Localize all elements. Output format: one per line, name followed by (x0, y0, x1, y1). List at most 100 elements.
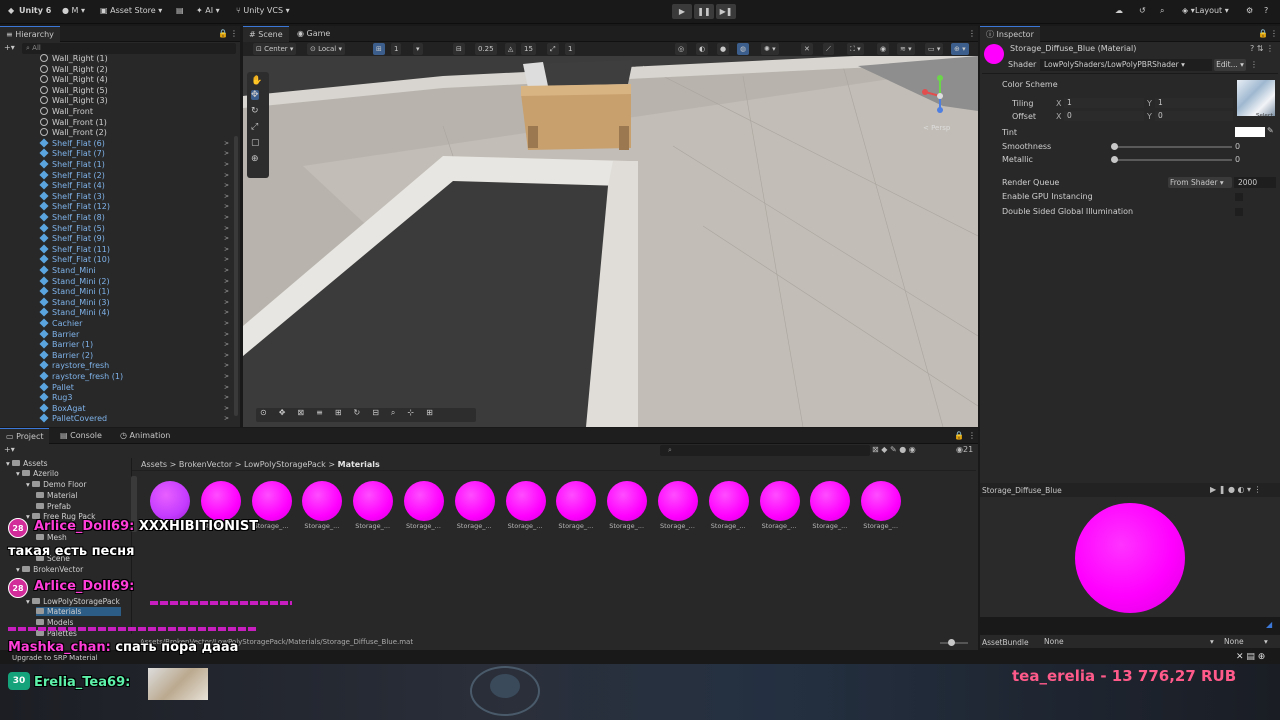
pause-button[interactable]: ❚❚ (694, 4, 714, 19)
rect-tool-icon[interactable]: ▢ (251, 138, 260, 148)
tree-materials[interactable]: Materials (36, 607, 122, 616)
open-prefab-icon[interactable]: > (224, 384, 229, 391)
tree-azerilo[interactable]: ▾ Azerilo (16, 469, 59, 478)
material-asset-thumbnail[interactable] (404, 481, 444, 521)
material-asset-thumbnail[interactable] (607, 481, 648, 521)
scale-snap-value[interactable]: 1 (565, 43, 576, 55)
tree-demo-floor[interactable]: ▾ Demo Floor (26, 480, 86, 489)
hierarchy-item[interactable]: Stand_Mini (4) (39, 307, 110, 319)
shaded-icon[interactable]: ● (717, 43, 730, 55)
add-icon[interactable]: +▾ (4, 43, 15, 54)
material-asset-label[interactable]: Storage_... (558, 522, 593, 530)
material-asset-thumbnail[interactable] (759, 481, 800, 521)
settings-icon[interactable]: ⚙ (1246, 6, 1253, 15)
offset-y-field[interactable]: 0 (1155, 111, 1233, 121)
open-prefab-icon[interactable]: > (224, 214, 229, 221)
panel-menu-icon[interactable]: ⋮ (230, 29, 238, 38)
hierarchy-item[interactable]: Wall_Right (5) (40, 85, 108, 97)
tree-models[interactable]: Models (36, 618, 73, 627)
tiling-x-field[interactable]: 1 (1064, 98, 1144, 108)
search-icon[interactable]: ⌕ (1160, 6, 1164, 16)
project-filter-icons[interactable]: ⊠ ◆ ✎ ● ◉ (872, 445, 916, 454)
inspector-lock-icon[interactable]: 🔒 (1258, 29, 1268, 38)
material-asset-thumbnail[interactable] (505, 481, 546, 521)
open-prefab-icon[interactable]: > (224, 193, 229, 200)
material-asset-label[interactable]: Storage_... (609, 522, 644, 530)
hierarchy-item[interactable]: Barrier (2) (39, 350, 93, 362)
hierarchy-item[interactable]: Shelf_Flat (5) (39, 223, 105, 235)
open-prefab-icon[interactable]: > (224, 267, 229, 274)
open-prefab-icon[interactable]: > (224, 225, 229, 232)
open-prefab-icon[interactable]: > (224, 246, 229, 253)
tree-brokenvector[interactable]: ▾ BrokenVector (16, 565, 83, 574)
hierarchy-item[interactable]: Wall_Right (3) (40, 96, 108, 107)
hierarchy-item[interactable]: raystore_fresh (1) (39, 371, 123, 383)
view-tool-icon[interactable]: ✋ (251, 76, 262, 86)
open-prefab-icon[interactable]: > (224, 373, 229, 380)
preview-resize-icon[interactable]: ◢ (1266, 620, 1272, 629)
hierarchy-item[interactable]: Wall_Front (2) (40, 128, 107, 139)
lock-icon[interactable]: 🔒 (218, 29, 228, 38)
hierarchy-item[interactable]: raystore_fresh (39, 360, 109, 372)
camera-icon[interactable]: ◎ (675, 43, 688, 55)
pivot-dropdown[interactable]: ⊡ Center ▾ (253, 43, 297, 55)
project-menu-icon[interactable]: ⋮ (968, 431, 976, 440)
upgrade-material-button[interactable]: Upgrade to SRP Material (12, 654, 98, 662)
open-prefab-icon[interactable]: > (224, 352, 229, 359)
hierarchy-item[interactable]: Shelf_Flat (4) (39, 180, 105, 192)
project-add-icon[interactable]: +▾ (4, 445, 15, 454)
hierarchy-item[interactable]: Shelf_Flat (1) (39, 159, 105, 171)
help-icon[interactable]: ? (1264, 6, 1268, 15)
offset-x-field[interactable]: 0 (1064, 111, 1144, 121)
hierarchy-item[interactable]: Shelf_Flat (2) (39, 170, 105, 182)
material-asset-thumbnail[interactable] (454, 481, 495, 521)
hierarchy-item[interactable]: Wall_Right (4) (40, 75, 108, 86)
breadcrumb-materials[interactable]: Materials (338, 460, 380, 469)
texture-select-label[interactable]: Select (1256, 113, 1273, 119)
account-dropdown[interactable]: ● M ▾ (62, 6, 85, 15)
material-asset-thumbnail[interactable] (353, 481, 394, 521)
lighting-icon[interactable]: ✺ ▾ (761, 43, 779, 55)
layout-dropdown[interactable]: Layout ▾ (1195, 6, 1229, 15)
open-prefab-icon[interactable]: > (224, 288, 229, 295)
camera-settings-icon[interactable]: ▭ ▾ (925, 43, 944, 55)
space-dropdown[interactable]: ⊙ Local ▾ (307, 43, 345, 55)
open-prefab-icon[interactable]: > (224, 331, 229, 338)
system-tray-icons[interactable]: ✕ ▤ ⊕ (1236, 652, 1265, 662)
hierarchy-item[interactable]: Stand_Mini (2) (39, 276, 110, 288)
tree-material[interactable]: Material (36, 491, 77, 500)
open-prefab-icon[interactable]: > (224, 320, 229, 327)
material-header-icons[interactable]: ? ⇅ ⋮ (1250, 44, 1274, 53)
material-asset-thumbnail[interactable] (708, 481, 749, 521)
draw-mode-icon[interactable]: ◍ (737, 43, 750, 55)
tint-color-swatch[interactable] (1235, 127, 1265, 137)
snap-value[interactable]: 0.25 (475, 43, 497, 55)
hierarchy-scrollbar[interactable] (234, 136, 238, 416)
open-prefab-icon[interactable]: > (224, 256, 229, 263)
material-asset-label[interactable]: Storage_... (457, 522, 492, 530)
hierarchy-item[interactable]: Wall_Front (40, 107, 93, 118)
open-prefab-icon[interactable]: > (224, 309, 229, 316)
open-prefab-icon[interactable]: > (224, 405, 229, 412)
hierarchy-item[interactable]: BoxAgat (39, 403, 85, 415)
shader-menu-icon[interactable]: ⋮ (1250, 60, 1258, 69)
material-asset-thumbnail[interactable] (251, 481, 292, 521)
step-button[interactable]: ▶❚ (716, 4, 736, 19)
material-asset-label[interactable]: Storage_... (863, 522, 898, 530)
hierarchy-item[interactable]: Wall_Right (1) (40, 54, 108, 65)
hierarchy-item[interactable]: Cachier (39, 318, 82, 330)
breadcrumb-lowpolystoragepack[interactable]: LowPolyStoragePack (244, 460, 326, 469)
metallic-slider[interactable] (1114, 159, 1232, 161)
preview-controls-icon[interactable]: ▶ ❚ ● ◐ ▾ ⋮ (1210, 485, 1262, 494)
grid-size[interactable]: 1 (391, 43, 402, 55)
material-asset-label[interactable]: Storage_... (711, 522, 746, 530)
tab-game[interactable]: ◉ Game (291, 26, 336, 42)
tree-prefab[interactable]: Prefab (36, 502, 71, 511)
material-asset-thumbnail[interactable] (658, 481, 698, 521)
open-prefab-icon[interactable]: > (224, 278, 229, 285)
hierarchy-item[interactable]: Stand_Mini (3) (39, 297, 110, 309)
smoothness-slider-thumb[interactable] (1111, 143, 1118, 150)
tab-project[interactable]: ▭ Project (0, 428, 50, 444)
double-sided-gi-checkbox[interactable] (1235, 208, 1243, 216)
transform-tool-icon[interactable]: ⊕ (251, 154, 259, 164)
